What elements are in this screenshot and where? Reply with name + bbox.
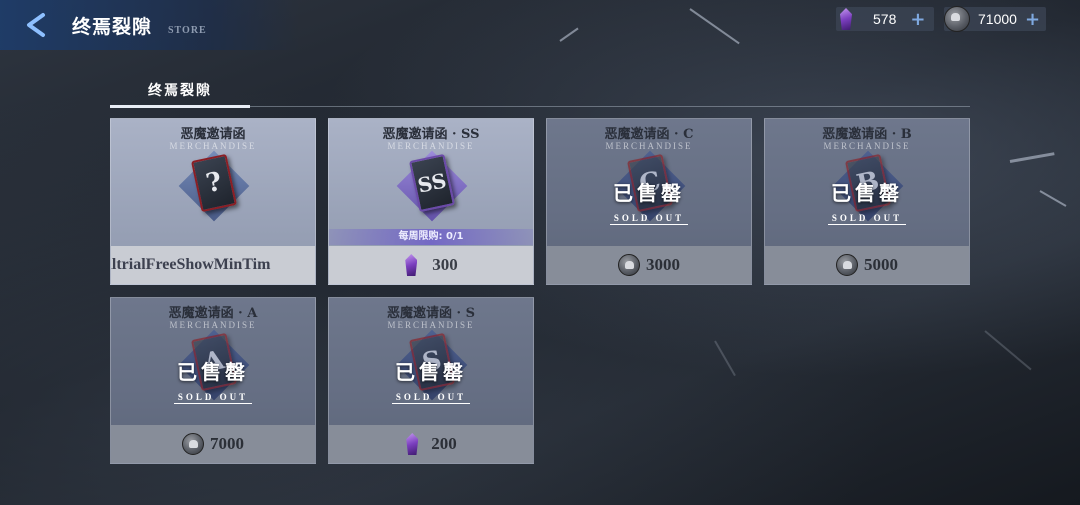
price-bar: 300 <box>329 246 533 284</box>
skull-coin-icon <box>944 6 970 32</box>
item-name: 恶魔邀请函 · S <box>387 306 475 321</box>
price-value: 5000 <box>864 255 898 274</box>
shop-item-card[interactable]: 恶魔邀请函 · SS MERCHANDISE SS 每周限购: 0/1 300 <box>328 118 534 285</box>
item-name: 恶魔邀请函 <box>180 127 246 142</box>
sold-out-label: 已售罄 <box>831 181 903 205</box>
price-text: naltrialFreeShowMinTim <box>110 256 271 273</box>
currency-gems: 578 + <box>836 7 934 31</box>
tab-rift-store[interactable]: 终焉裂隙 <box>110 74 250 106</box>
tab-bar: 终焉裂隙 <box>110 74 970 108</box>
add-skull-coins-button[interactable]: + <box>1025 9 1040 30</box>
back-button[interactable] <box>18 9 54 41</box>
price-bar: 200 <box>329 425 533 463</box>
price-value: 300 <box>432 255 458 274</box>
item-image: ? <box>178 149 250 233</box>
tab-active-indicator <box>110 105 250 108</box>
price-value: 3000 <box>646 255 680 274</box>
price-bar: 7000 <box>111 425 315 463</box>
item-name: 恶魔邀请函 · A <box>168 306 258 321</box>
price-value: 7000 <box>210 434 244 453</box>
sold-out-overlay: 已售罄 SOLD OUT <box>547 177 751 225</box>
sold-out-overlay: 已售罄 SOLD OUT <box>111 356 315 404</box>
item-name: 恶魔邀请函 · B <box>822 127 912 142</box>
skull-coin-icon <box>836 254 858 276</box>
sold-out-label: 已售罄 <box>613 181 685 205</box>
purple-gem-icon <box>404 254 418 276</box>
page-title: 终焉裂隙 <box>72 16 153 38</box>
sold-out-overlay: 已售罄 SOLD OUT <box>765 177 969 225</box>
shop-item-card[interactable]: 恶魔邀请函 · A MERCHANDISE A 已售罄 SOLD OUT 700… <box>110 297 316 464</box>
chevron-left-icon <box>27 13 45 37</box>
shop-item-card[interactable]: 恶魔邀请函 · S MERCHANDISE S 已售罄 SOLD OUT 200 <box>328 297 534 464</box>
background-shard <box>1009 152 1055 163</box>
purchase-limit: 每周限购: 0/1 <box>329 229 533 245</box>
item-image: SS <box>396 149 468 233</box>
sold-out-label: 已售罄 <box>395 360 467 384</box>
background-shard <box>714 340 736 377</box>
item-name: 恶魔邀请函 · SS <box>382 127 480 142</box>
currency-skull-coins: 71000 + <box>944 6 1046 32</box>
shop-item-card[interactable]: 恶魔邀请函 · C MERCHANDISE C 已售罄 SOLD OUT 300… <box>546 118 752 285</box>
sold-out-sublabel: SOLD OUT <box>173 392 253 404</box>
background-shard <box>1039 190 1067 207</box>
add-gems-button[interactable]: + <box>910 9 925 30</box>
gem-amount: 578 <box>873 11 897 27</box>
skull-coin-amount: 71000 <box>978 11 1017 27</box>
price-bar: 5000 <box>765 246 969 284</box>
sold-out-overlay: 已售罄 SOLD OUT <box>329 356 533 404</box>
price-value: 200 <box>431 434 457 453</box>
purple-gem-icon <box>839 8 853 30</box>
shop-item-card[interactable]: 恶魔邀请函 · B MERCHANDISE B 已售罄 SOLD OUT 500… <box>764 118 970 285</box>
skull-coin-icon <box>182 433 204 455</box>
price-bar: 3000 <box>547 246 751 284</box>
shop-item-card[interactable]: 恶魔邀请函 MERCHANDISE ? naltrialFreeShowMinT… <box>110 118 316 285</box>
item-name: 恶魔邀请函 · C <box>604 127 694 142</box>
price-bar: naltrialFreeShowMinTim <box>111 246 315 284</box>
sold-out-sublabel: SOLD OUT <box>827 213 907 225</box>
skull-coin-icon <box>618 254 640 276</box>
sold-out-sublabel: SOLD OUT <box>609 213 689 225</box>
background-shard <box>984 330 1032 371</box>
background-shard <box>559 27 579 42</box>
purple-gem-icon <box>405 433 419 455</box>
sold-out-sublabel: SOLD OUT <box>391 392 471 404</box>
page-subtitle: STORE <box>168 25 207 36</box>
header-bar: 终焉裂隙 STORE <box>0 0 300 50</box>
sold-out-label: 已售罄 <box>177 360 249 384</box>
background-shard <box>689 8 740 45</box>
